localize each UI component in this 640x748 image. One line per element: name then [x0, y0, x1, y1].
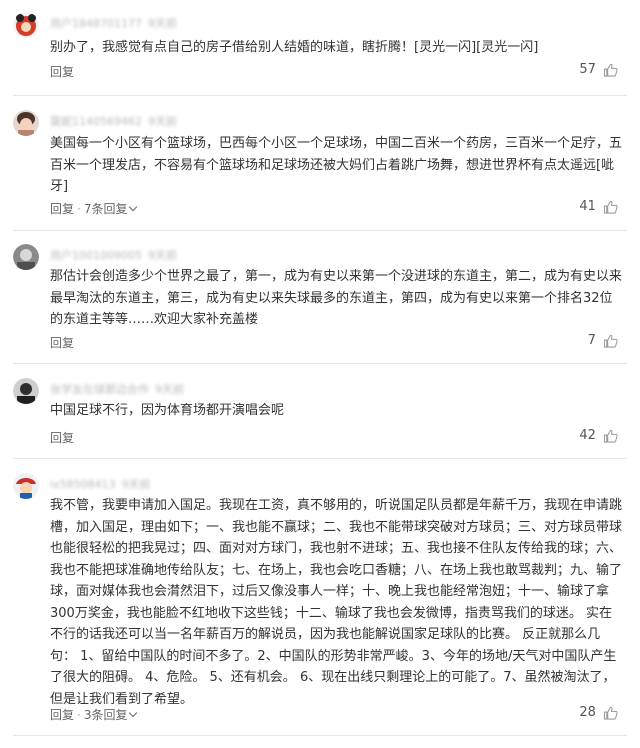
comment-actions: 回复 [50, 63, 74, 80]
like-control[interactable]: 41 [579, 199, 618, 214]
username[interactable]: 莫妮1140569462 [50, 115, 142, 128]
comment-user-meta: 张学友在球那边合作 9天前 [50, 381, 184, 397]
comment-user-meta: 用户1848701177 9天前 [50, 15, 177, 31]
chevron-down-icon [129, 708, 138, 718]
comment-text: 美国每一个小区有个篮球场，巴西每个小区一个足球场，中国二百米一个药房，三百米一个… [50, 136, 623, 194]
comment-time: 9天前 [148, 249, 177, 262]
thumbs-up-icon[interactable] [603, 706, 618, 720]
avatar[interactable] [13, 473, 39, 499]
like-count: 57 [579, 62, 596, 77]
like-count: 28 [579, 705, 596, 720]
comment-actions: 回复 · 7条回复 [50, 200, 138, 217]
reply-button[interactable]: 回复 [50, 65, 74, 79]
reply-button[interactable]: 回复 [50, 431, 74, 445]
like-count: 42 [579, 428, 596, 443]
comment-divider [13, 230, 627, 231]
comment-actions: 回复 · 3条回复 [50, 706, 138, 723]
comment-time: 9天前 [148, 17, 177, 30]
reply-button[interactable]: 回复 [50, 202, 74, 216]
like-count: 7 [587, 333, 596, 348]
like-count: 41 [579, 199, 596, 214]
comment-text: 中国足球不行，因为体育场都开演唱会呢 [50, 403, 285, 418]
like-control[interactable]: 28 [579, 705, 618, 720]
avatar[interactable] [13, 378, 39, 404]
comment-text: 那估计会创造多少个世界之最了，第一，成为有史以来第一个没进球的东道主，第二，成为… [50, 269, 623, 327]
reply-button[interactable]: 回复 [50, 708, 74, 722]
thumbs-up-icon[interactable] [603, 200, 618, 214]
like-control[interactable]: 7 [588, 333, 618, 348]
comment-time: 9天前 [155, 383, 184, 396]
chevron-down-icon [129, 202, 138, 212]
like-control[interactable]: 42 [579, 428, 618, 443]
avatar[interactable] [13, 244, 39, 270]
comment-user-meta: lx58508413 9天前 [50, 476, 151, 492]
avatar[interactable] [13, 12, 39, 38]
replies-count: 3条回复 [83, 708, 128, 722]
username[interactable]: lx58508413 [50, 478, 116, 491]
replies-count: 7条回复 [83, 202, 128, 216]
comment-text: 我不管，我要申请加入国足。我现在工资，真不够用的，听说国足队员都是年薪千万，我现… [50, 498, 623, 707]
comment-actions: 回复 [50, 429, 74, 446]
comment-time: 9天前 [148, 115, 177, 128]
view-replies-toggle[interactable]: 3条回复 [83, 708, 138, 722]
thumbs-up-icon[interactable] [603, 63, 618, 77]
like-control[interactable]: 57 [579, 62, 618, 77]
thumbs-up-icon[interactable] [603, 429, 618, 443]
comment-user-meta: 莫妮1140569462 9天前 [50, 113, 177, 129]
view-replies-toggle[interactable]: 7条回复 [83, 202, 138, 216]
comment-user-meta: 用户1001009005 9天前 [50, 247, 177, 263]
comment-divider [13, 363, 627, 364]
comment-time: 9天前 [121, 478, 151, 491]
username[interactable]: 用户1001009005 [50, 249, 142, 262]
comment-divider [13, 735, 627, 736]
avatar[interactable] [13, 110, 39, 136]
comment-actions: 回复 [50, 334, 74, 351]
reply-button[interactable]: 回复 [50, 336, 74, 350]
comment-divider [13, 95, 627, 96]
comment-text: 别办了，我感觉有点自己的房子借给别人结婚的味道，瞎折腾！[灵光一闪][灵光一闪] [50, 40, 539, 55]
comment-divider [13, 458, 627, 459]
username[interactable]: 张学友在球那边合作 [50, 383, 149, 396]
thumbs-up-icon[interactable] [603, 334, 618, 348]
username[interactable]: 用户1848701177 [50, 17, 142, 30]
